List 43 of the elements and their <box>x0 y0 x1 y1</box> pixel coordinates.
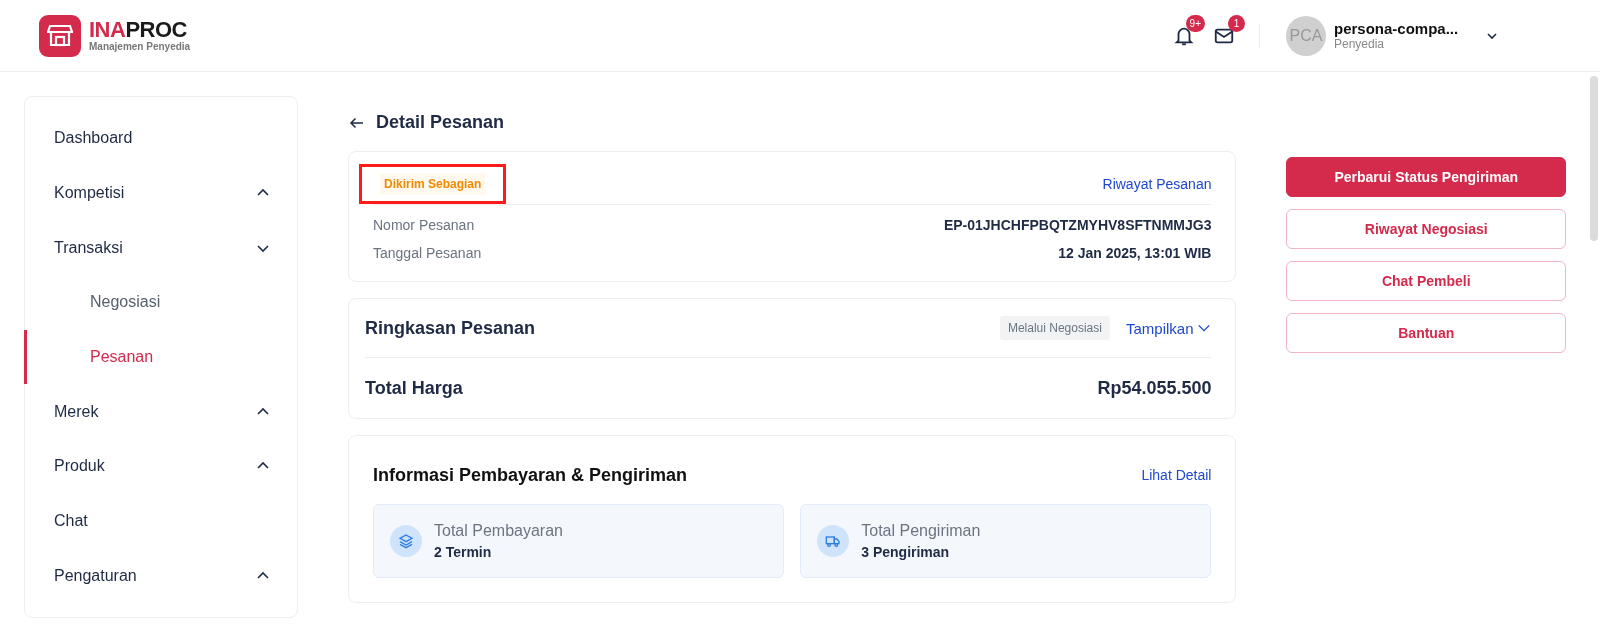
brand-subtitle: Manajemen Penyedia <box>89 41 191 52</box>
action-button[interactable]: Riwayat Negosiasi <box>1286 209 1566 249</box>
notification-count: 9+ <box>1185 14 1205 32</box>
tile-value: 2 Termin <box>434 544 493 560</box>
layers-icon <box>398 533 414 549</box>
action-button[interactable]: Chat Pembeli <box>1286 261 1566 301</box>
sidebar-item[interactable]: Pengaturan <box>24 548 297 604</box>
status-tag: Dikirim Sebagian <box>380 173 486 195</box>
tile-label: Total Pembayaran <box>434 522 563 540</box>
sidebar-item[interactable]: Chat <box>24 493 297 549</box>
section-title: Ringkasan Pesanan <box>365 317 536 339</box>
brand-name: INAPROC <box>89 19 188 41</box>
user-name: persona-compa... <box>1334 20 1460 37</box>
field-value: 12 Jan 2025, 13:01 WIB <box>1058 245 1212 261</box>
field-label: Nomor Pesanan <box>373 217 475 233</box>
total-label: Total Harga <box>365 377 463 399</box>
message-button[interactable]: 1 <box>1211 14 1245 49</box>
tile-label: Total Pengiriman <box>861 522 981 540</box>
store-logo-icon <box>39 14 81 57</box>
sidebar-item[interactable]: Transaksi <box>24 220 297 275</box>
field-value: EP-01JHCHFPBQTZMYHV8SFTNMMJG3 <box>943 217 1212 233</box>
action-button[interactable]: Perbarui Status Pengiriman <box>1286 157 1566 197</box>
sidebar-item[interactable]: Merek <box>24 384 297 440</box>
total-value: Rp54.055.500 <box>1097 377 1212 399</box>
scrollbar[interactable] <box>1590 76 1598 241</box>
truck-icon <box>825 533 842 549</box>
show-toggle[interactable]: Tampilkan <box>1125 319 1212 337</box>
page-title: Detail Pesanan <box>376 112 505 133</box>
sidebar-item[interactable]: Produk <box>24 439 297 494</box>
notification-button[interactable]: 9+ <box>1171 14 1205 49</box>
negotiation-tag: Melalui Negosiasi <box>999 316 1110 340</box>
order-history-link[interactable]: Riwayat Pesanan <box>1102 176 1212 192</box>
sidebar-item[interactable]: Kompetisi <box>24 165 297 221</box>
section-title: Informasi Pembayaran & Pengiriman <box>373 464 688 486</box>
message-count: 1 <box>1228 14 1245 32</box>
sidebar-item[interactable]: Negosiasi <box>24 275 297 330</box>
user-role: Penyedia <box>1334 37 1386 51</box>
sidebar-item[interactable]: Pesanan <box>24 329 297 385</box>
tile-value: 3 Pengiriman <box>861 544 951 560</box>
field-label: Tanggal Pesanan <box>373 245 482 261</box>
view-detail-link[interactable]: Lihat Detail <box>1141 467 1212 483</box>
action-button[interactable]: Bantuan <box>1286 313 1566 353</box>
sidebar-item[interactable]: Dashboard <box>24 111 297 166</box>
